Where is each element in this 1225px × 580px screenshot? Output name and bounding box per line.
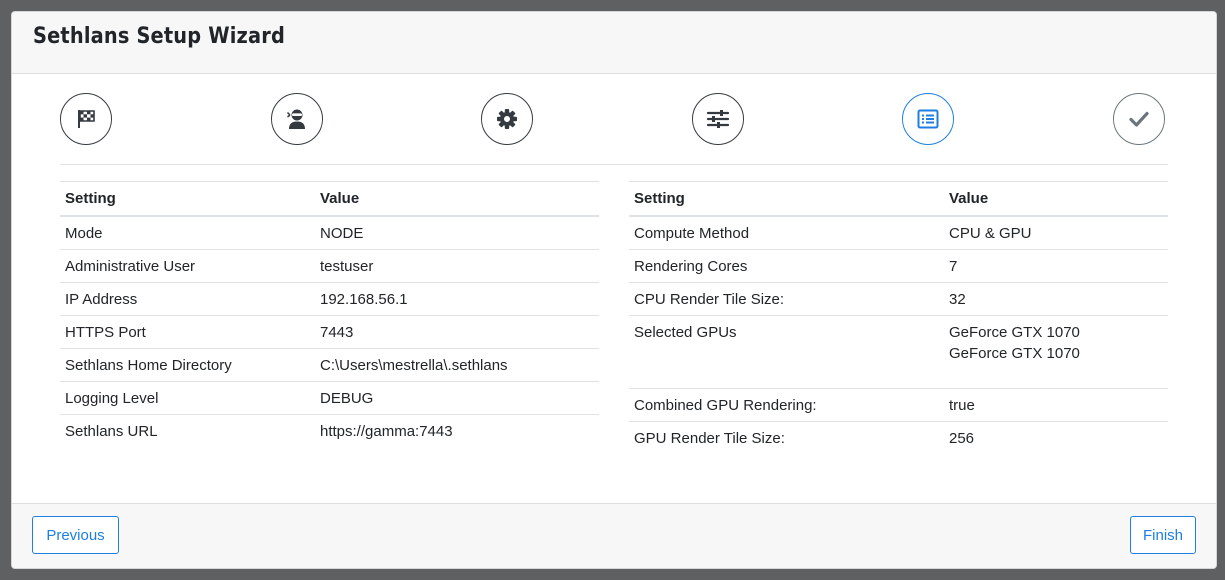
gear-icon	[497, 109, 517, 129]
table-row: IP Address 192.168.56.1	[60, 281, 599, 315]
user-ninja-icon	[286, 109, 305, 129]
setting-name: Compute Method	[629, 215, 944, 249]
table-header-row: Setting Value	[629, 181, 1168, 217]
gpu-item: GeForce GTX 1070	[949, 344, 1080, 362]
table-row: Administrative User testuser	[60, 248, 599, 282]
node-settings-table: Setting Value Mode NODE Administrative Us…	[60, 181, 599, 447]
setting-name: Logging Level	[60, 380, 315, 414]
setting-name: GPU Render Tile Size:	[629, 420, 944, 454]
step-settings[interactable]	[481, 93, 533, 145]
setting-value-list: GeForce GTX 1070 GeForce GTX 1070	[944, 314, 1168, 388]
table-row: CPU Render Tile Size: 32	[629, 281, 1168, 315]
setting-name: Selected GPUs	[629, 314, 944, 388]
setting-name: IP Address	[60, 281, 315, 315]
setting-value: DEBUG	[315, 380, 599, 414]
modal-title: Sethlans Setup Wizard	[33, 24, 285, 49]
modal-header: Sethlans Setup Wizard	[12, 12, 1216, 74]
table-row: Logging Level DEBUG	[60, 380, 599, 414]
step-summary[interactable]	[902, 93, 954, 145]
table-row: Mode NODE	[60, 215, 599, 249]
setting-value: https://gamma:7443	[315, 413, 599, 447]
compute-settings-table: Setting Value Compute Method CPU & GPU Re…	[629, 181, 1168, 454]
setting-value: 256	[944, 420, 1168, 454]
setting-name: Rendering Cores	[629, 248, 944, 282]
column-header-setting: Setting	[629, 181, 944, 217]
table-row: GPU Render Tile Size: 256	[629, 420, 1168, 454]
setting-value: 7	[944, 248, 1168, 282]
wizard-steps	[60, 93, 1168, 149]
setup-wizard-modal: Sethlans Setup Wizard Setting Value Mode…	[11, 11, 1217, 569]
modal-footer: Previous Finish	[12, 503, 1216, 568]
table-row: Sethlans Home Directory C:\Users\mestrell…	[60, 347, 599, 381]
column-header-setting: Setting	[60, 181, 315, 217]
setting-name: CPU Render Tile Size:	[629, 281, 944, 315]
setting-name: Combined GPU Rendering:	[629, 387, 944, 421]
sliders-icon	[706, 110, 730, 128]
setting-name: Administrative User	[60, 248, 315, 282]
checkered-flag-icon	[78, 110, 95, 128]
step-finish[interactable]	[1113, 93, 1165, 145]
list-alt-icon	[917, 109, 939, 129]
setting-value: 32	[944, 281, 1168, 315]
steps-divider	[60, 164, 1168, 165]
setting-value: true	[944, 387, 1168, 421]
setting-value: 192.168.56.1	[315, 281, 599, 315]
table-row: Combined GPU Rendering: true	[629, 387, 1168, 421]
setting-value: CPU & GPU	[944, 215, 1168, 249]
table-row: Rendering Cores 7	[629, 248, 1168, 282]
column-header-value: Value	[315, 181, 599, 217]
setting-name: HTTPS Port	[60, 314, 315, 348]
table-row: HTTPS Port 7443	[60, 314, 599, 348]
table-row: Selected GPUs GeForce GTX 1070 GeForce G…	[629, 314, 1168, 388]
step-welcome[interactable]	[60, 93, 112, 145]
setting-value: C:\Users\mestrella\.sethlans	[315, 347, 599, 381]
table-header-row: Setting Value	[60, 181, 599, 217]
step-user[interactable]	[271, 93, 323, 145]
previous-button[interactable]: Previous	[32, 516, 119, 554]
setting-name: Mode	[60, 215, 315, 249]
column-header-value: Value	[944, 181, 1168, 217]
setting-value: 7443	[315, 314, 599, 348]
setting-value: testuser	[315, 248, 599, 282]
table-row: Compute Method CPU & GPU	[629, 215, 1168, 249]
step-compute[interactable]	[692, 93, 744, 145]
setting-name: Sethlans URL	[60, 413, 315, 447]
table-row: Sethlans URL https://gamma:7443	[60, 413, 599, 447]
setting-value: NODE	[315, 215, 599, 249]
setting-name: Sethlans Home Directory	[60, 347, 315, 381]
checkmark-icon	[1129, 111, 1149, 127]
finish-button[interactable]: Finish	[1130, 516, 1196, 554]
